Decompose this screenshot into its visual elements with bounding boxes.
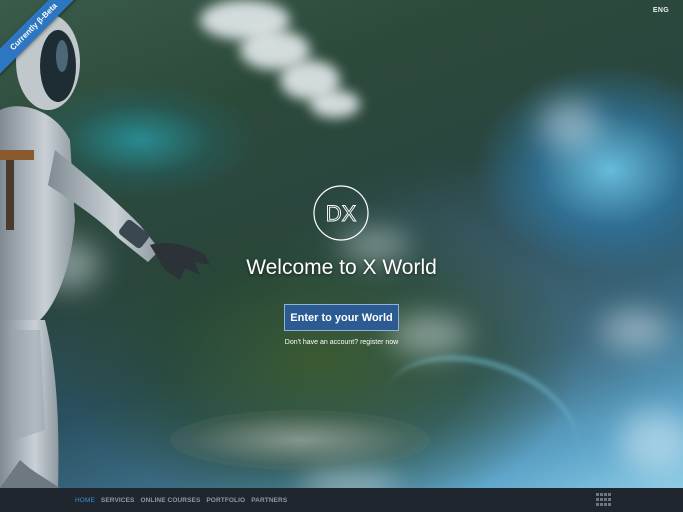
cloud xyxy=(620,410,683,470)
language-selector[interactable]: ENG xyxy=(653,7,669,14)
nav-item-online-courses[interactable]: ONLINE COURSES xyxy=(140,497,200,504)
nav-item-home[interactable]: HOME xyxy=(75,497,95,504)
logo-text: DX xyxy=(326,201,357,226)
cloud xyxy=(540,100,600,150)
astronaut-illustration xyxy=(0,14,210,488)
nav-item-services[interactable]: SERVICES xyxy=(101,497,135,504)
footer-nav: HOME SERVICES ONLINE COURSES PORTFOLIO P… xyxy=(75,488,287,512)
footer-bar: HOME SERVICES ONLINE COURSES PORTFOLIO P… xyxy=(0,488,683,512)
nav-item-partners[interactable]: PARTNERS xyxy=(251,497,287,504)
cloud xyxy=(390,315,470,355)
nav-item-portfolio[interactable]: PORTFOLIO xyxy=(206,497,245,504)
grid-menu-icon[interactable] xyxy=(596,493,612,507)
cloud xyxy=(310,90,360,118)
welcome-title: Welcome to X World xyxy=(246,256,437,279)
register-link[interactable]: Don't have an account? register now xyxy=(0,339,683,346)
cloud xyxy=(300,470,400,488)
hero-background xyxy=(0,0,683,488)
enter-world-button[interactable]: Enter to your World xyxy=(284,304,399,331)
river xyxy=(365,332,595,488)
dx-logo-icon: DX xyxy=(313,185,369,241)
